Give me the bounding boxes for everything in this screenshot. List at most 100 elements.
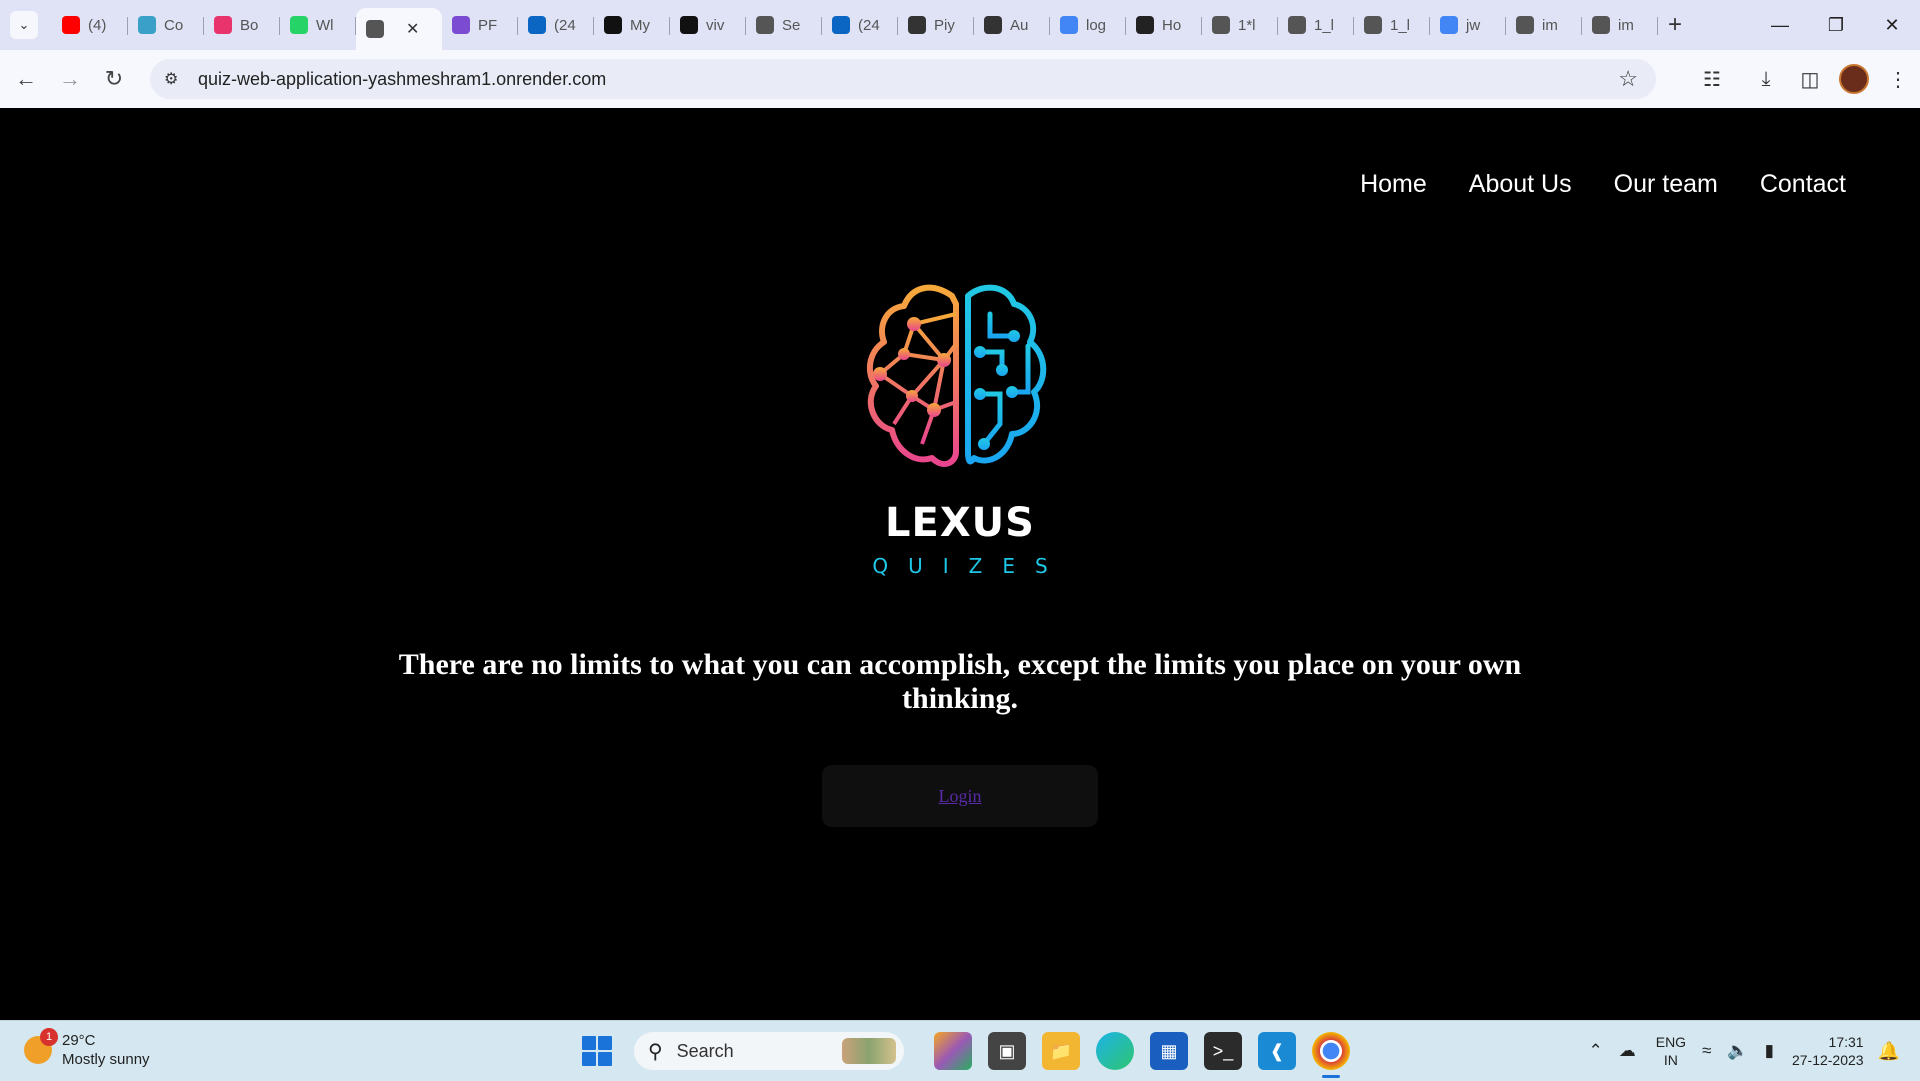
- copilot-app[interactable]: [934, 1032, 972, 1070]
- tab-title: Ho: [1162, 16, 1182, 34]
- sun-icon: 1: [24, 1028, 58, 1064]
- avatar: [1839, 64, 1869, 94]
- tab-search-button[interactable]: ⌄: [10, 11, 38, 39]
- tab-title: 1*l: [1238, 16, 1256, 34]
- browser-tab[interactable]: 1*l: [1202, 7, 1278, 43]
- browser-tab[interactable]: (24: [822, 7, 898, 43]
- new-tab-button[interactable]: +: [1668, 11, 1682, 39]
- store-app[interactable]: ▦: [1150, 1032, 1188, 1070]
- browser-tab[interactable]: Wl: [280, 7, 356, 43]
- globe-icon: [908, 16, 926, 34]
- tab-title: (24: [554, 16, 576, 34]
- globe-icon: [1592, 16, 1610, 34]
- chevron-up-icon[interactable]: ⌃: [1588, 1041, 1602, 1061]
- minimize-button[interactable]: —: [1752, 0, 1808, 50]
- browser-tab[interactable]: 1_l: [1354, 7, 1430, 43]
- language-code: ENG: [1655, 1034, 1687, 1050]
- menu-button[interactable]: ⋮: [1876, 57, 1920, 101]
- browser-tab[interactable]: Au: [974, 7, 1050, 43]
- address-bar[interactable]: ⚙ quiz-web-application-yashmeshram1.onre…: [150, 59, 1656, 99]
- web-page: Home About Us Our team Contact LEXUS QUI…: [0, 108, 1920, 1020]
- browser-tab[interactable]: log: [1050, 7, 1126, 43]
- browser-tab[interactable]: Bo: [204, 7, 280, 43]
- nav-contact-link[interactable]: Contact: [1760, 170, 1846, 199]
- browser-tab[interactable]: 1_l: [1278, 7, 1354, 43]
- tab-strip: ⌄ (4) Co Bo Wl ✕ PF (24 My viv Se (24 Piy Au log Ho 1*l…: [0, 0, 1920, 50]
- notification-bell-icon[interactable]: 🔔: [1878, 1041, 1900, 1062]
- browser-tab[interactable]: Ho: [1126, 7, 1202, 43]
- taskbar-search[interactable]: ⚲ Search: [634, 1032, 904, 1070]
- battery-icon[interactable]: ▮: [1765, 1041, 1774, 1061]
- browser-tab[interactable]: Co: [128, 7, 204, 43]
- terminal-app[interactable]: >_: [1204, 1032, 1242, 1070]
- cloud-offline-icon[interactable]: ☁: [1619, 1041, 1636, 1061]
- side-panel-button[interactable]: ◫: [1788, 57, 1832, 101]
- browser-toolbar: ← → ↻ ⚙ quiz-web-application-yashmeshram…: [0, 50, 1920, 108]
- weather-text: 29°C Mostly sunny: [62, 1031, 150, 1069]
- tab-title: im: [1542, 16, 1558, 34]
- taskbar: 1 29°C Mostly sunny ⚲ Search ▣ 📁 ▦ >_ ❰ …: [0, 1020, 1920, 1081]
- browser-tab[interactable]: jw: [1430, 7, 1506, 43]
- wifi-icon[interactable]: ≈: [1702, 1041, 1711, 1061]
- browser-tab[interactable]: im: [1506, 7, 1582, 43]
- search-highlight-image: [842, 1038, 896, 1064]
- hero-quote: There are no limits to what you can acco…: [398, 648, 1522, 715]
- clock-time: 17:31: [1828, 1034, 1864, 1050]
- nav-about-link[interactable]: About Us: [1469, 170, 1572, 199]
- app-icon: [604, 16, 622, 34]
- bookmark-star-icon[interactable]: ☆: [1618, 66, 1638, 92]
- volume-icon[interactable]: 🔈: [1727, 1041, 1748, 1061]
- back-button[interactable]: ←: [8, 61, 44, 97]
- login-card: Login: [822, 765, 1098, 827]
- browser-tab[interactable]: im: [1582, 7, 1658, 43]
- google-icon: [1060, 16, 1078, 34]
- forward-arrow-icon: →: [59, 66, 81, 91]
- close-window-button[interactable]: ✕: [1864, 0, 1920, 50]
- chevron-down-icon: ⌄: [18, 17, 30, 32]
- weather-widget[interactable]: 1 29°C Mostly sunny: [24, 1028, 150, 1069]
- whatsapp-icon: [290, 16, 308, 34]
- edge-app[interactable]: [1096, 1032, 1134, 1070]
- task-view-app[interactable]: ▣: [988, 1032, 1026, 1070]
- tab-title: 1_l: [1390, 16, 1411, 34]
- browser-tab[interactable]: viv: [670, 7, 746, 43]
- restore-button[interactable]: ❐: [1808, 0, 1864, 50]
- chrome-app[interactable]: [1312, 1032, 1350, 1078]
- browser-tab[interactable]: (4): [52, 7, 128, 43]
- file-explorer-app[interactable]: 📁: [1042, 1032, 1080, 1070]
- browser-tab[interactable]: (24: [518, 7, 594, 43]
- clock[interactable]: 17:31 27-12-2023: [1792, 1033, 1864, 1069]
- downloads-button[interactable]: ⤓: [1744, 57, 1788, 101]
- site-settings-icon[interactable]: ⚙: [164, 69, 188, 89]
- browser-tab[interactable]: Se: [746, 7, 822, 43]
- browser-tab[interactable]: Piy: [898, 7, 974, 43]
- close-tab-icon[interactable]: ✕: [406, 19, 419, 39]
- tab-title: Se: [782, 16, 801, 34]
- window-controls: — ❐ ✕: [1752, 0, 1920, 50]
- link-icon: [452, 16, 470, 34]
- globe-icon: [984, 16, 1002, 34]
- browser-tab[interactable]: My: [594, 7, 670, 43]
- start-button[interactable]: [582, 1036, 612, 1066]
- forward-button[interactable]: →: [52, 61, 88, 97]
- login-link[interactable]: Login: [939, 786, 982, 807]
- reload-button[interactable]: ↻: [96, 61, 132, 97]
- nav-home-link[interactable]: Home: [1360, 170, 1427, 199]
- language-indicator[interactable]: ENG IN: [1656, 1033, 1686, 1069]
- url-text[interactable]: quiz-web-application-yashmeshram1.onrend…: [198, 69, 606, 90]
- tab-list: (4) Co Bo Wl ✕ PF (24 My viv Se (24 Piy Au log Ho 1*l 1_…: [52, 0, 1658, 50]
- chat-icon: [138, 16, 156, 34]
- vscode-app[interactable]: ❰: [1258, 1032, 1296, 1070]
- browser-tab[interactable]: ✕: [356, 8, 442, 50]
- extensions-button[interactable]: ☷: [1690, 57, 1734, 101]
- terminal-icon: >_: [1212, 1040, 1234, 1061]
- search-label: Search: [676, 1040, 734, 1061]
- browser-tab[interactable]: PF: [442, 7, 518, 43]
- tab-title: jw: [1466, 16, 1481, 34]
- github-icon: [680, 16, 698, 34]
- nav-team-link[interactable]: Our team: [1614, 170, 1718, 199]
- tab-title: viv: [706, 16, 725, 34]
- site-navigation: Home About Us Our team Contact: [1318, 170, 1846, 199]
- profile-button[interactable]: [1832, 57, 1876, 101]
- tab-title: My: [630, 16, 650, 34]
